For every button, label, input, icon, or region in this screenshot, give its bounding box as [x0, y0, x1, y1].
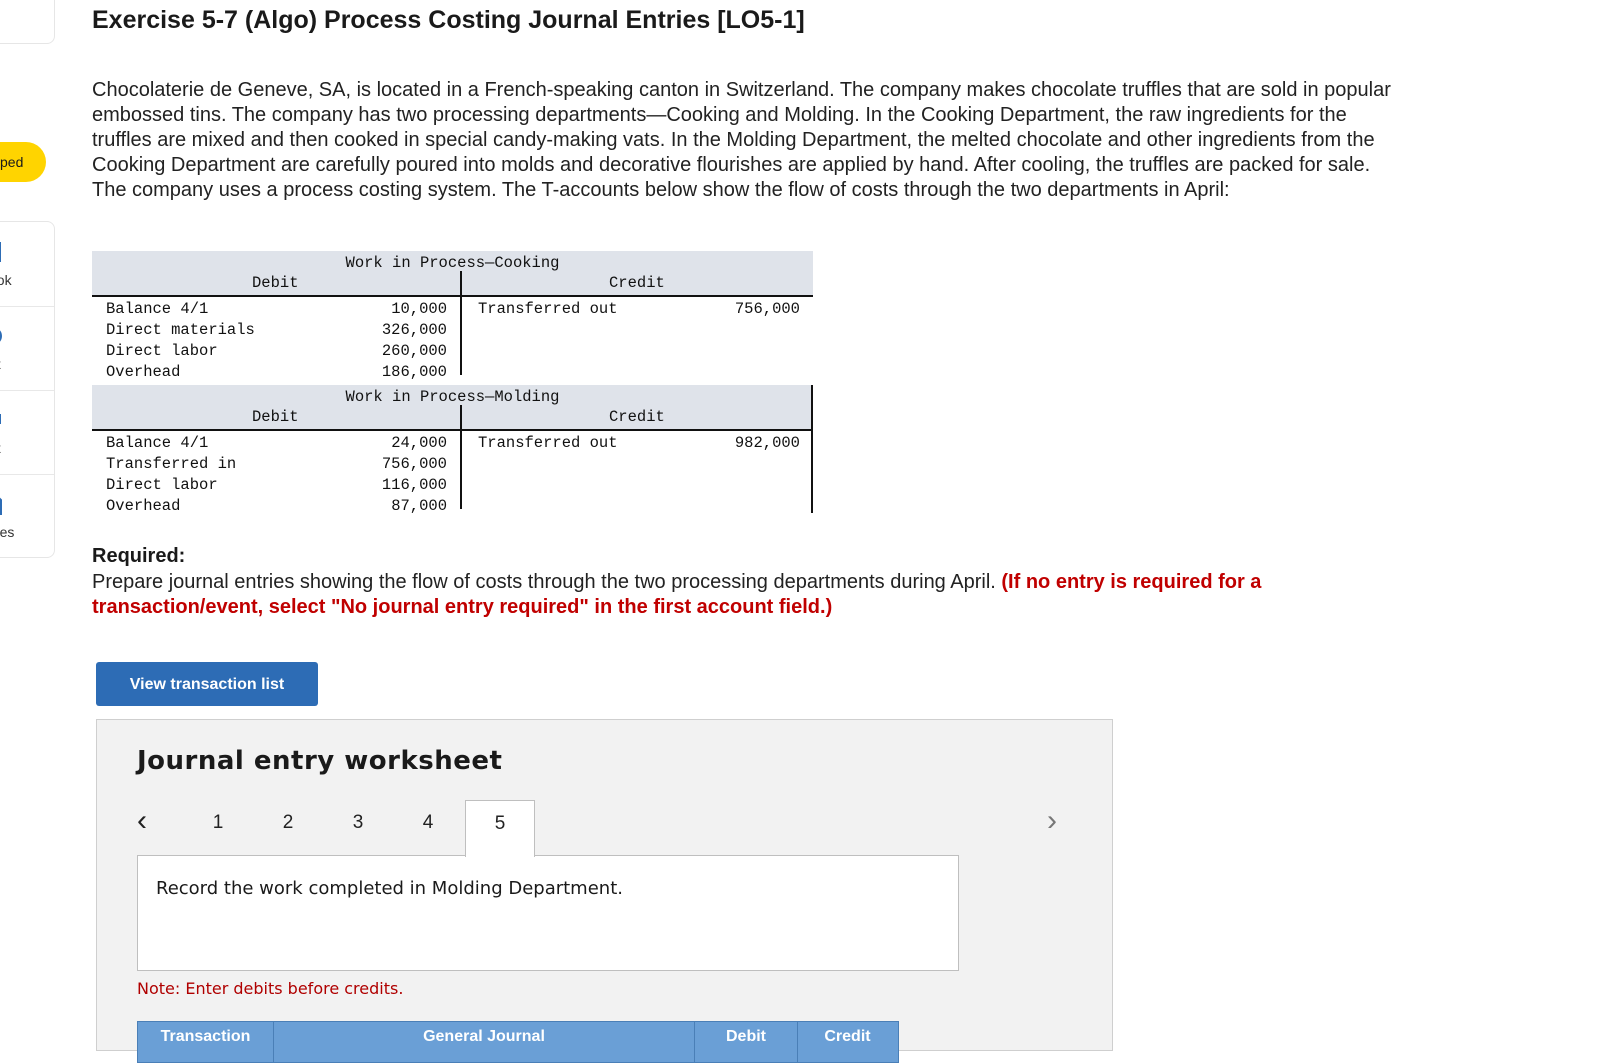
t-account-row: Direct labor 116,000	[92, 473, 813, 494]
sidebar: ped ook nt nt ences	[0, 0, 56, 1033]
credit-item-amount: 756,000	[734, 300, 800, 318]
tab-3[interactable]: 3	[324, 800, 392, 855]
page-title: Exercise 5-7 (Algo) Process Costing Jour…	[92, 6, 805, 34]
t-account-cooking: Work in Process—Cooking Debit Credit Bal…	[92, 251, 813, 381]
tab-5[interactable]: 5	[465, 800, 535, 857]
t-account-molding: Work in Process—Molding Debit Credit Bal…	[92, 385, 813, 515]
debit-item-amount: 116,000	[381, 476, 447, 494]
credit-item-label: Transferred out	[478, 434, 618, 452]
debit-item-amount: 87,000	[391, 497, 447, 515]
sidebar-item-label: nt	[0, 440, 1, 456]
debit-item-amount: 24,000	[391, 434, 447, 452]
debit-item-amount: 326,000	[381, 321, 447, 339]
sidebar-item-label: nt	[0, 356, 1, 372]
debit-label: Debit	[252, 408, 299, 426]
col-transaction: Transaction	[138, 1022, 274, 1062]
t-account-title: Work in Process—Molding	[345, 388, 560, 406]
sidebar-item-label: ences	[0, 524, 15, 540]
worksheet-title: Journal entry worksheet	[137, 746, 503, 776]
debit-item-label: Balance 4/1	[106, 300, 209, 318]
hint-icon	[0, 330, 2, 342]
required-heading: Required:	[92, 545, 186, 567]
references-icon	[0, 497, 2, 515]
required-text: Prepare journal entries showing the flow…	[92, 570, 1392, 620]
worksheet-note: Note: Enter debits before credits.	[137, 979, 404, 998]
print-icon	[0, 414, 1, 424]
credit-label: Credit	[609, 408, 665, 426]
debit-item-label: Direct labor	[106, 476, 218, 494]
tab-2[interactable]: 2	[254, 800, 322, 855]
debit-item-amount: 10,000	[391, 300, 447, 318]
debit-item-label: Balance 4/1	[106, 434, 209, 452]
t-account-header: Work in Process—Cooking Debit Credit	[92, 251, 813, 297]
t-account-row: Balance 4/1 10,000 Transferred out 756,0…	[92, 297, 813, 318]
sidebar-top-card	[0, 0, 55, 44]
col-general-journal: General Journal	[274, 1022, 695, 1062]
t-account-row: Direct labor 260,000	[92, 339, 813, 360]
problem-description: Chocolaterie de Geneve, SA, is located i…	[92, 79, 1391, 201]
debit-item-label: Overhead	[106, 363, 181, 381]
t-account-row: Balance 4/1 24,000 Transferred out 982,0…	[92, 431, 813, 452]
sidebar-item-print[interactable]: nt	[0, 306, 51, 390]
tab-4[interactable]: 4	[394, 800, 462, 855]
t-account-row: Overhead 87,000	[92, 494, 813, 515]
chevron-left-icon[interactable]: ‹	[137, 806, 147, 836]
status-pill[interactable]: ped	[0, 142, 46, 182]
col-debit: Debit	[695, 1022, 798, 1062]
debit-item-label: Overhead	[106, 497, 181, 515]
transaction-description-box: Record the work completed in Molding Dep…	[137, 855, 959, 971]
debit-item-label: Transferred in	[106, 455, 237, 473]
debit-item-label: Direct materials	[106, 321, 255, 339]
tab-1[interactable]: 1	[184, 800, 252, 855]
credit-item-amount: 982,000	[734, 434, 800, 452]
required-instructions: Prepare journal entries showing the flow…	[92, 571, 996, 593]
debit-item-amount: 756,000	[381, 455, 447, 473]
t-account-title: Work in Process—Cooking	[345, 254, 560, 272]
sidebar-tools: ook nt nt ences	[0, 221, 55, 558]
journal-entry-worksheet: Journal entry worksheet ‹ 1 2 3 4 5 › Re…	[96, 719, 1113, 1063]
t-account-header: Work in Process—Molding Debit Credit	[92, 385, 813, 431]
debit-item-amount: 260,000	[381, 342, 447, 360]
sidebar-item-label: ook	[0, 272, 12, 288]
transaction-description: Record the work completed in Molding Dep…	[156, 878, 623, 899]
sidebar-item-ebook[interactable]: ook	[0, 222, 51, 306]
t-account-row: Direct materials 326,000	[92, 318, 813, 339]
credit-item-label: Transferred out	[478, 300, 618, 318]
t-account-row: Overhead 186,000	[92, 360, 813, 381]
t-account-row: Transferred in 756,000	[92, 452, 813, 473]
col-credit: Credit	[824, 1028, 871, 1045]
view-transaction-list-button[interactable]: View transaction list	[96, 662, 318, 706]
journal-table-header: Transaction General Journal Debit Credit	[137, 1021, 899, 1063]
credit-label: Credit	[609, 274, 665, 292]
book-icon	[0, 242, 1, 262]
sidebar-item-print-2[interactable]: nt	[0, 390, 51, 474]
sidebar-item-references[interactable]: ences	[0, 474, 51, 558]
debit-label: Debit	[252, 274, 299, 292]
debit-item-label: Direct labor	[106, 342, 218, 360]
chevron-right-icon[interactable]: ›	[1047, 806, 1057, 836]
debit-item-amount: 186,000	[381, 363, 447, 381]
